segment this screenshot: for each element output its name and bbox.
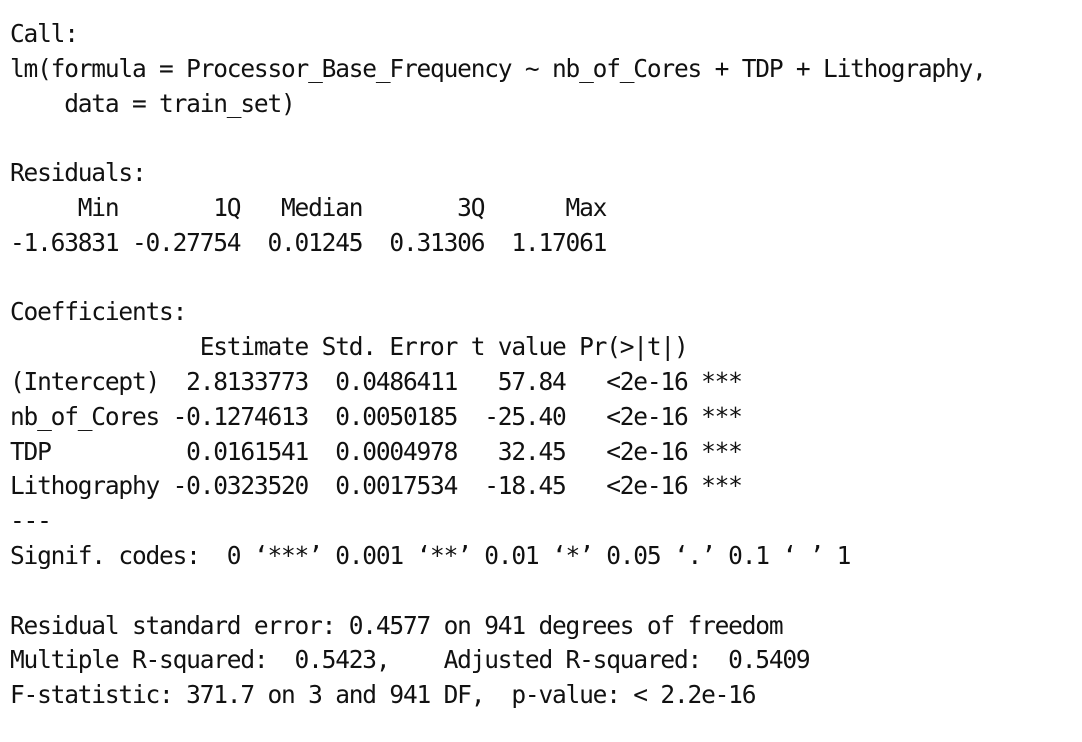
residual-standard-error-line: Residual standard error: 0.4577 on 941 d… <box>10 610 784 640</box>
coefficients-header-row: Estimate Std. Error t value Pr(>|t|) <box>10 332 742 362</box>
residuals-heading: Residuals: <box>10 158 147 188</box>
r-console-output: Call: lm(formula = Processor_Base_Frequen… <box>10 17 987 713</box>
f-statistic-line: F-statistic: 371.7 on 3 and 941 DF, p-va… <box>10 680 756 710</box>
coefficient-row-intercept: (Intercept) 2.8133773 0.0486411 57.84 <2… <box>10 366 743 396</box>
residuals-values-row: -1.63831 -0.27754 0.01245 0.31306 1.1706… <box>10 227 620 257</box>
coefficient-row-nb-of-cores: nb_of_Cores -0.1274613 0.0050185 -25.40 … <box>10 401 743 431</box>
call-heading: Call: <box>10 19 79 48</box>
call-formula-line: lm(formula = Processor_Base_Frequency ~ … <box>10 53 987 83</box>
coefficient-row-tdp: TDP 0.0161541 0.0004978 32.45 <2e-16 *** <box>10 436 743 466</box>
coefficients-heading: Coefficients: <box>10 297 187 327</box>
coefficient-row-lithography: Lithography -0.0323520 0.0017534 -18.45 … <box>10 471 743 501</box>
separator-line: --- <box>10 506 52 536</box>
residuals-header-row: Min 1Q Median 3Q Max <box>10 192 620 222</box>
call-data-line: data = train_set) <box>10 88 296 118</box>
r-squared-line: Multiple R-squared: 0.5423, Adjusted R-s… <box>10 645 824 675</box>
signif-codes-line: Signif. codes: 0 ‘***’ 0.001 ‘**’ 0.01 ‘… <box>10 540 851 570</box>
